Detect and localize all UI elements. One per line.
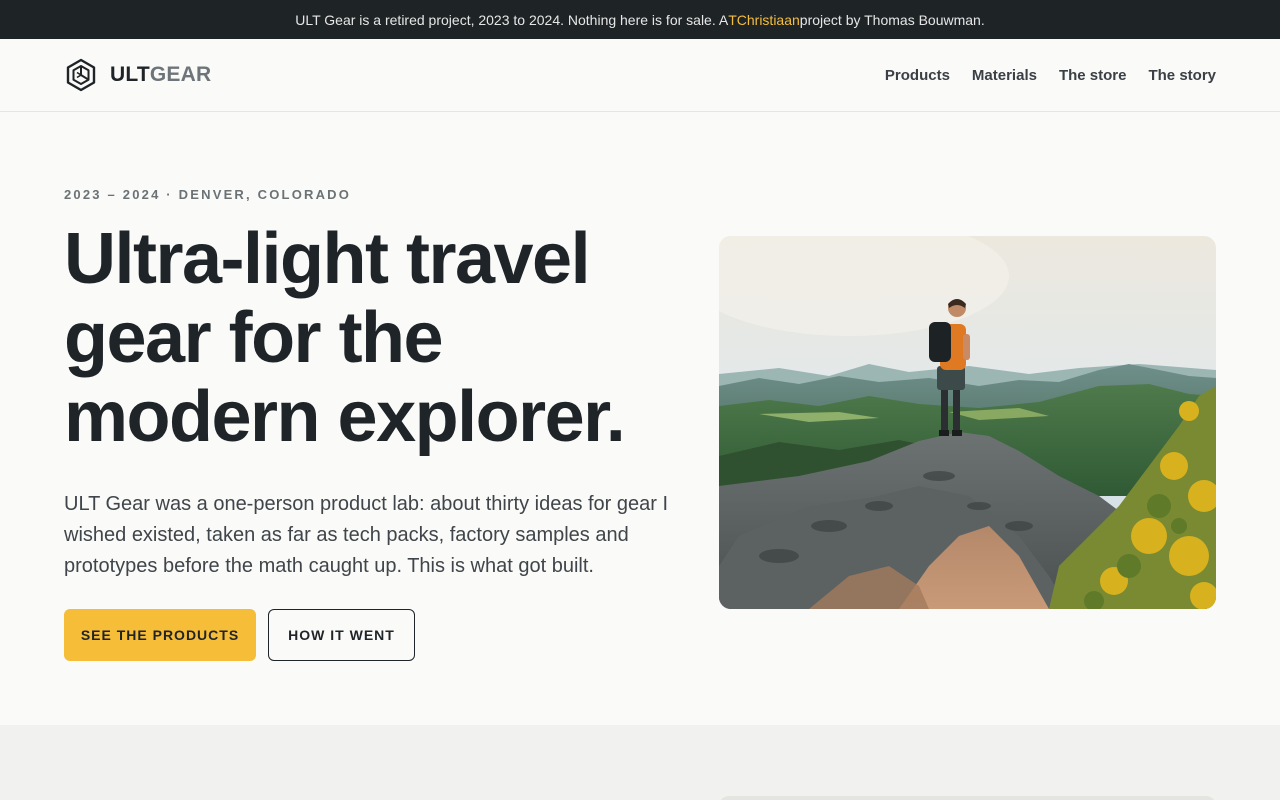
next-section-card [719,796,1216,800]
announcement-link[interactable]: TChristiaan [728,12,800,28]
hexagon-logo-icon [66,58,96,92]
hero-headline: Ultra-light travel gear for the modern e… [64,219,626,457]
brand-name-strong: ULT [110,63,150,86]
site-header: ULTGEAR Products Materials The store The… [0,39,1280,112]
announcement-text-after: project by Thomas Bouwman. [799,11,985,28]
hero-eyebrow: 2023 – 2024 · DENVER, COLORADO [64,187,352,202]
next-section [0,725,1280,800]
announcement-bar: ULT Gear is a retired project, 2023 to 2… [0,0,1280,39]
nav-item-products[interactable]: Products [885,67,950,84]
brand-logo-link[interactable]: ULTGEAR [64,58,211,92]
nav-item-materials[interactable]: Materials [972,67,1037,84]
see-products-button[interactable]: SEE THE PRODUCTS [64,609,256,661]
main-nav: Products Materials The store The story [885,67,1216,84]
nav-item-the-store[interactable]: The store [1059,67,1127,84]
announcement-text-before: ULT Gear is a retired project, 2023 to 2… [295,11,729,28]
nav-item-the-story[interactable]: The story [1148,67,1216,84]
hero-intro: ULT Gear was a one-person product lab: a… [64,493,669,577]
brand-name-light: GEAR [149,63,212,86]
how-it-went-button[interactable]: HOW IT WENT [268,609,415,661]
hero-photo-hiker-on-summit [719,236,1216,609]
brand-name: ULTGEAR [110,63,211,87]
